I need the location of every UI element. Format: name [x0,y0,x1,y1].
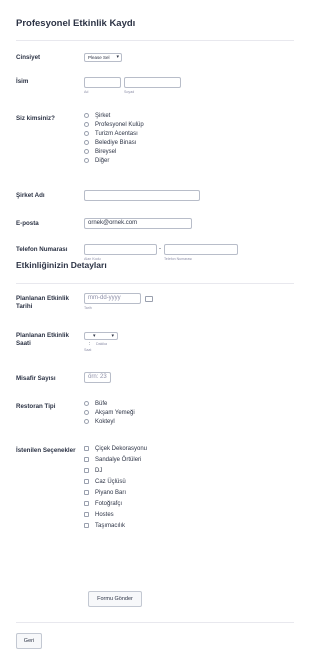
tarih-placeholder: mm-dd-yyyy [88,295,121,301]
checkbox-option[interactable]: Sandalye Örtüleri [84,457,141,464]
radio-option[interactable]: Belediye Binası [84,140,136,147]
ad-sublabel: Ad [84,90,89,94]
option-label: Bireysel [95,149,117,156]
tarih-input[interactable]: mm-dd-yyyy [84,293,141,304]
radio-icon [84,158,89,163]
radio-icon [84,410,89,415]
misafir-placeholder: örn: 23 [88,374,107,380]
ad-input[interactable] [84,77,121,88]
telefon-dash: - [159,246,161,252]
form-title: Profesyonel Etkinlik Kaydı [16,18,136,29]
radio-option[interactable]: Profesyonel Kulüp [84,122,144,129]
option-label: Caz Üçlüsü [95,479,126,486]
option-label: Piyano Barı [95,490,127,497]
divider [16,283,294,284]
radio-option[interactable]: Akşam Yemeği [84,410,135,417]
option-label: DJ [95,468,103,475]
tarih-sublabel: Tarih [84,306,92,310]
option-label: Fotoğrafçı [95,501,123,508]
radio-icon [84,122,89,127]
chevron-down-icon: ▾ [116,54,119,60]
option-label: Şirket [95,113,111,120]
chevron-down-icon: ▾ [93,333,96,339]
eposta-placeholder: ornek@ornek.com [88,220,138,226]
option-label: Profesyonel Kulüp [95,122,144,129]
option-label: Büfe [95,401,108,408]
back-button[interactable]: Geri [16,633,42,649]
secenekler-label: İstenilen Seçenekler [16,447,76,454]
checkbox-option[interactable]: Fotoğrafçı [84,501,122,508]
radio-icon [84,140,89,145]
radio-icon [84,131,89,136]
telefon-input[interactable] [164,244,238,255]
chevron-down-icon: ▾ [111,333,114,339]
submit-button[interactable]: Formu Gönder [88,591,142,607]
calendar-icon[interactable] [145,296,153,302]
checkbox-icon [84,501,89,506]
radio-icon [84,401,89,406]
option-label: Çiçek Dekorasyonu [95,446,148,453]
cinsiyet-label: Cinsiyet [16,54,41,61]
section-title: Etkinliğinizin Detayları [16,260,107,270]
checkbox-icon [84,512,89,517]
misafir-input[interactable]: örn: 23 [84,372,111,383]
divider [16,40,294,41]
isim-label: İsim [16,78,29,85]
option-label: Belediye Binası [95,140,137,147]
eposta-input[interactable]: ornek@ornek.com [84,218,192,229]
saat-select[interactable]: ▾ ▾ [84,332,118,340]
checkbox-option[interactable]: Taşımacılık [84,523,125,530]
checkbox-icon [84,490,89,495]
saat-label: Planlanan Etkinlik Saati [16,332,69,347]
tarih-label: Planlanan Etkinlik Tarihi [16,295,69,310]
checkbox-icon [84,479,89,484]
restoran-label: Restoran Tipi [16,403,56,410]
radio-option[interactable]: Büfe [84,401,107,408]
telefon-label: Telefon Numarası [16,246,68,253]
saat-colon: : [89,341,91,347]
checkbox-option[interactable]: Çiçek Dekorasyonu [84,446,147,453]
sirket-adi-label: Şirket Adı [16,192,45,199]
checkbox-option[interactable]: Piyano Barı [84,490,126,497]
eposta-label: E-posta [16,220,39,227]
cinsiyet-select[interactable]: Please Sel ▾ [84,53,122,62]
radio-option[interactable]: Şirket [84,113,110,120]
soyad-input[interactable] [124,77,181,88]
sirket-adi-input[interactable] [84,190,200,201]
option-label: Diğer [95,158,110,165]
soyad-sublabel: Soyad [124,90,135,94]
radio-option[interactable]: Bireysel [84,149,116,156]
checkbox-icon [84,523,89,528]
dakika-sublabel: Dakika [96,342,107,346]
saat-sublabel: Saat [84,348,92,352]
telefon-sublabel: Telefon Numarası [164,257,193,261]
siz-kimsiniz-label: Siz kimsiniz? [16,115,55,122]
cinsiyet-select-value: Please Sel [88,55,110,60]
checkbox-icon [84,457,89,462]
checkbox-option[interactable]: Caz Üçlüsü [84,479,126,486]
checkbox-option[interactable]: DJ [84,468,102,475]
radio-icon [84,113,89,118]
radio-option[interactable]: Diğer [84,158,109,165]
option-label: Kokteyl [95,419,115,426]
option-label: Turizm Acentası [95,131,138,138]
divider [16,622,294,623]
option-label: Sandalye Örtüleri [95,457,142,464]
radio-icon [84,419,89,424]
radio-icon [84,149,89,154]
checkbox-option[interactable]: Hostes [84,512,114,519]
option-label: Taşımacılık [95,523,126,530]
checkbox-icon [84,446,89,451]
option-label: Akşam Yemeği [95,410,135,417]
option-label: Hostes [95,512,114,519]
radio-option[interactable]: Kokteyl [84,419,115,426]
misafir-label: Misafir Sayısı [16,375,56,382]
checkbox-icon [84,468,89,473]
radio-option[interactable]: Turizm Acentası [84,131,138,138]
alan-kodu-input[interactable] [84,244,157,255]
